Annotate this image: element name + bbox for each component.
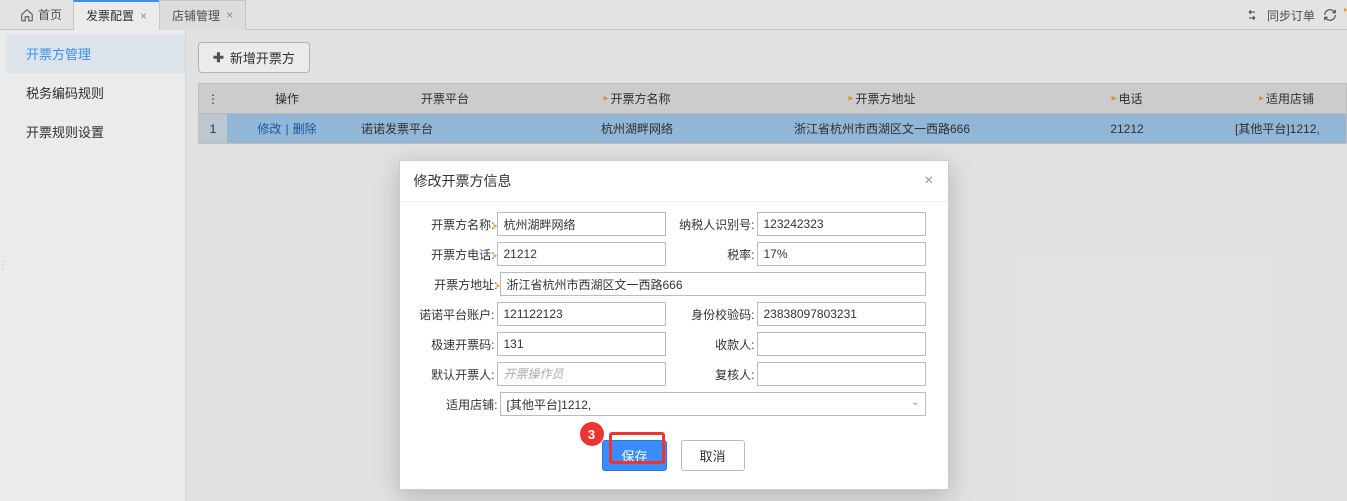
label-shop: 适用店铺: [418,396,500,413]
fastcode-input[interactable] [497,332,666,356]
label-account: 诺诺平台账户: [418,306,497,323]
label-rate: 税率:▸ [678,246,757,263]
name-input[interactable] [497,212,666,236]
addr-input[interactable] [500,272,926,296]
dialog-header: 修改开票方信息 × [400,161,948,202]
dialog-footer: 3 保存 取消 [400,428,948,489]
modal-overlay: 修改开票方信息 × 开票方名称:▸ 纳税人识别号:▸ 开票方电话:▸ [0,0,1347,501]
shop-select-input[interactable] [500,392,926,416]
phone-input[interactable] [497,242,666,266]
cancel-button[interactable]: 取消 [681,440,745,471]
rate-input[interactable] [757,242,926,266]
dialog-close-icon[interactable]: × [924,172,933,190]
taxno-input[interactable] [757,212,926,236]
account-input[interactable] [497,302,666,326]
label-payee: 收款人: [678,336,757,353]
save-button[interactable]: 保存 [602,440,666,471]
drawer-input[interactable] [497,362,666,386]
dialog-body: 开票方名称:▸ 纳税人识别号:▸ 开票方电话:▸ 税率:▸ [400,202,948,428]
label-reviewer: 复核人: [678,366,757,383]
idcheck-input[interactable] [757,302,926,326]
label-drawer: 默认开票人: [418,366,497,383]
label-name: 开票方名称:▸ [418,216,497,233]
label-fastcode: 极速开票码: [418,336,497,353]
label-taxno: 纳税人识别号:▸ [678,216,757,233]
shop-select[interactable]: ⌄ [500,392,926,416]
edit-invoicer-dialog: 修改开票方信息 × 开票方名称:▸ 纳税人识别号:▸ 开票方电话:▸ [399,160,949,490]
label-addr: 开票方地址:▸ [418,276,500,293]
reviewer-input[interactable] [757,362,926,386]
dialog-title: 修改开票方信息 [414,171,512,191]
label-phone: 开票方电话:▸ [418,246,497,263]
payee-input[interactable] [757,332,926,356]
label-idcheck: 身份校验码: [678,306,757,323]
